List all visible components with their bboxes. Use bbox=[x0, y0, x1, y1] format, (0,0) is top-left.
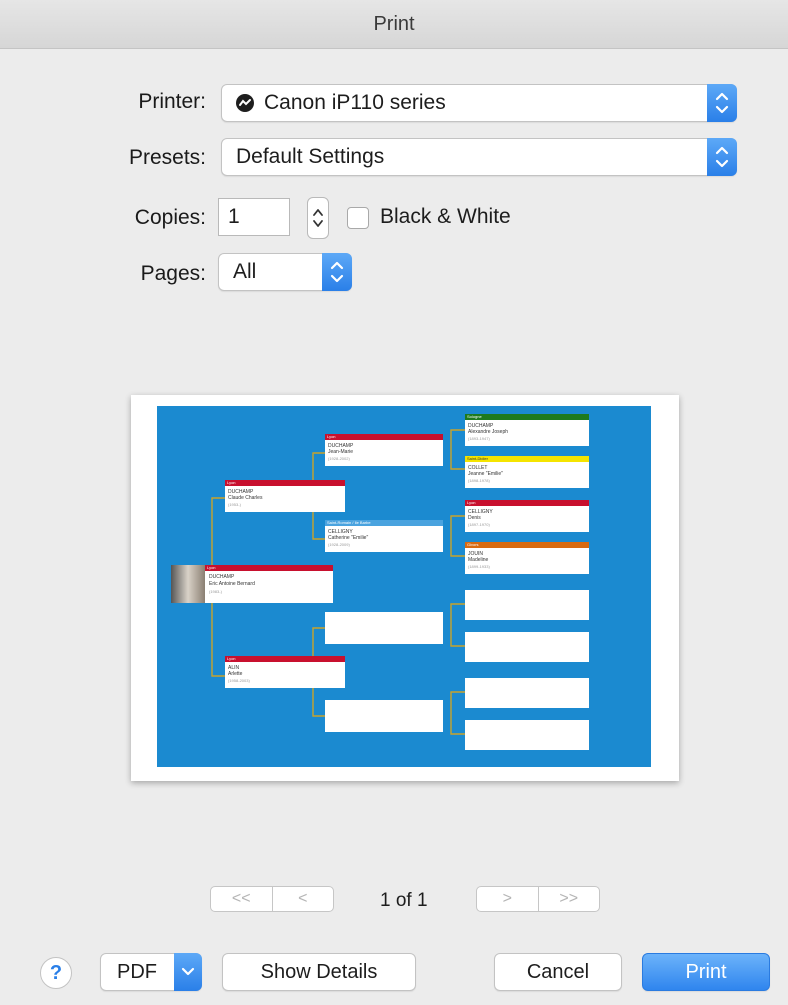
pgm-header: Saint-Romain / Ile Barbe bbox=[325, 520, 443, 526]
pgm-years: (1928-2009) bbox=[328, 542, 350, 547]
father-header: Lyon bbox=[225, 480, 345, 486]
show-details-button[interactable]: Show Details bbox=[222, 953, 416, 991]
printer-chevron-updown-icon bbox=[707, 84, 737, 122]
root-given: Eric Antoine Bernard bbox=[209, 581, 255, 587]
pages-chevron-updown-icon bbox=[322, 253, 352, 291]
father-years: (1953-) bbox=[228, 502, 241, 507]
ggm2-given: Madeline bbox=[468, 557, 489, 563]
mother-header: Lyon bbox=[225, 656, 345, 662]
tree-node-paternal-grandfather: Lyon DUCHAMP Jean-Marie (1928-2002) bbox=[325, 434, 443, 466]
tree-node-paternal-grandmother: Saint-Romain / Ile Barbe CELLIGNY Cather… bbox=[325, 520, 443, 552]
tree-node-ggm-2: Givors JOUIN Madeline (1899-1933) bbox=[465, 542, 589, 574]
window-title: Print bbox=[373, 13, 415, 35]
page-nav-forward: > >> bbox=[476, 886, 600, 912]
ggf2-header: Lyon bbox=[465, 500, 589, 506]
tree-node-mother: Lyon ALIN Arlette (1958-2003) bbox=[225, 656, 345, 688]
tree-node-ggm-1: Saint-Didier COLLET Jeanne "Emilie" (189… bbox=[465, 456, 589, 488]
printer-status-icon bbox=[236, 94, 254, 112]
tree-node-root: Lyon DUCHAMP Eric Antoine Bernard (1983-… bbox=[171, 565, 333, 603]
tree-node-maternal-grandmother-empty bbox=[325, 700, 443, 732]
ggm1-given: Jeanne "Emilie" bbox=[468, 471, 503, 477]
tree-node-father: Lyon DUCHAMP Claude Charles (1953-) bbox=[225, 480, 345, 512]
father-given: Claude Charles bbox=[228, 495, 263, 501]
ggm1-years: (1898-1978) bbox=[468, 478, 490, 483]
copies-stepper[interactable] bbox=[307, 197, 329, 239]
ggm2-years: (1899-1933) bbox=[468, 564, 490, 569]
ggm2-header: Givors bbox=[465, 542, 589, 548]
root-years: (1983-) bbox=[209, 589, 222, 594]
print-preview-page: Lyon DUCHAMP Eric Antoine Bernard (1983-… bbox=[131, 395, 679, 781]
black-white-checkbox[interactable] bbox=[347, 207, 369, 229]
print-button[interactable]: Print bbox=[642, 953, 770, 991]
presets-value: Default Settings bbox=[236, 145, 385, 168]
page-indicator: 1 of 1 bbox=[380, 890, 428, 911]
ggf2-given: Denis bbox=[468, 515, 481, 521]
printer-label: Printer: bbox=[138, 90, 206, 113]
next-page-button[interactable]: > bbox=[477, 887, 538, 911]
mother-years: (1958-2003) bbox=[228, 678, 250, 683]
tree-node-empty-3 bbox=[465, 678, 589, 708]
tree-node-empty-1 bbox=[465, 590, 589, 620]
last-page-button[interactable]: >> bbox=[537, 887, 600, 911]
ggf1-header: Sologne bbox=[465, 414, 589, 420]
pages-value: All bbox=[233, 260, 257, 283]
tree-node-maternal-grandfather-empty bbox=[325, 612, 443, 644]
copies-field[interactable]: 1 bbox=[218, 198, 290, 236]
pages-label: Pages: bbox=[140, 262, 206, 285]
window-title-bar: Print bbox=[0, 0, 788, 49]
copies-label: Copies: bbox=[134, 206, 206, 229]
tree-node-empty-2 bbox=[465, 632, 589, 662]
first-page-button[interactable]: << bbox=[211, 887, 272, 911]
tree-node-ggf-1: Sologne DUCHAMP Alexandre Joseph (1893-1… bbox=[465, 414, 589, 446]
cancel-button[interactable]: Cancel bbox=[494, 953, 622, 991]
ggf1-years: (1893-1947) bbox=[468, 436, 490, 441]
help-button[interactable]: ? bbox=[40, 957, 72, 989]
pdf-label: PDF bbox=[117, 961, 157, 983]
printer-value: Canon iP110 series bbox=[264, 91, 446, 114]
tree-node-ggf-2: Lyon CELLIGNY Denis (1897-1970) bbox=[465, 500, 589, 532]
stepper-arrows-icon bbox=[313, 209, 323, 227]
presets-select[interactable]: Default Settings bbox=[221, 138, 737, 176]
printer-select[interactable]: Canon iP110 series bbox=[221, 84, 737, 122]
pgf-years: (1928-2002) bbox=[328, 456, 350, 461]
pgf-header: Lyon bbox=[325, 434, 443, 440]
pgm-given: Catherine "Emilie" bbox=[328, 535, 369, 541]
pages-select[interactable]: All bbox=[218, 253, 352, 291]
root-photo bbox=[171, 565, 205, 603]
root-header: Lyon bbox=[205, 565, 333, 571]
black-white-label: Black & White bbox=[380, 205, 511, 228]
presets-chevron-updown-icon bbox=[707, 138, 737, 176]
pdf-menu-button[interactable]: PDF bbox=[100, 953, 202, 991]
ggm1-header: Saint-Didier bbox=[465, 456, 589, 462]
page-nav-back: << < bbox=[210, 886, 334, 912]
family-tree-preview: Lyon DUCHAMP Eric Antoine Bernard (1983-… bbox=[157, 406, 651, 767]
ggf1-given: Alexandre Joseph bbox=[468, 429, 509, 435]
pdf-chevron-down-icon bbox=[174, 953, 202, 991]
tree-node-empty-4 bbox=[465, 720, 589, 750]
ggf2-years: (1897-1970) bbox=[468, 522, 490, 527]
presets-label: Presets: bbox=[128, 146, 206, 169]
pgf-given: Jean-Marie bbox=[328, 449, 354, 455]
root-name: DUCHAMP bbox=[209, 574, 235, 580]
mother-given: Arlette bbox=[228, 671, 243, 677]
previous-page-button[interactable]: < bbox=[271, 887, 334, 911]
